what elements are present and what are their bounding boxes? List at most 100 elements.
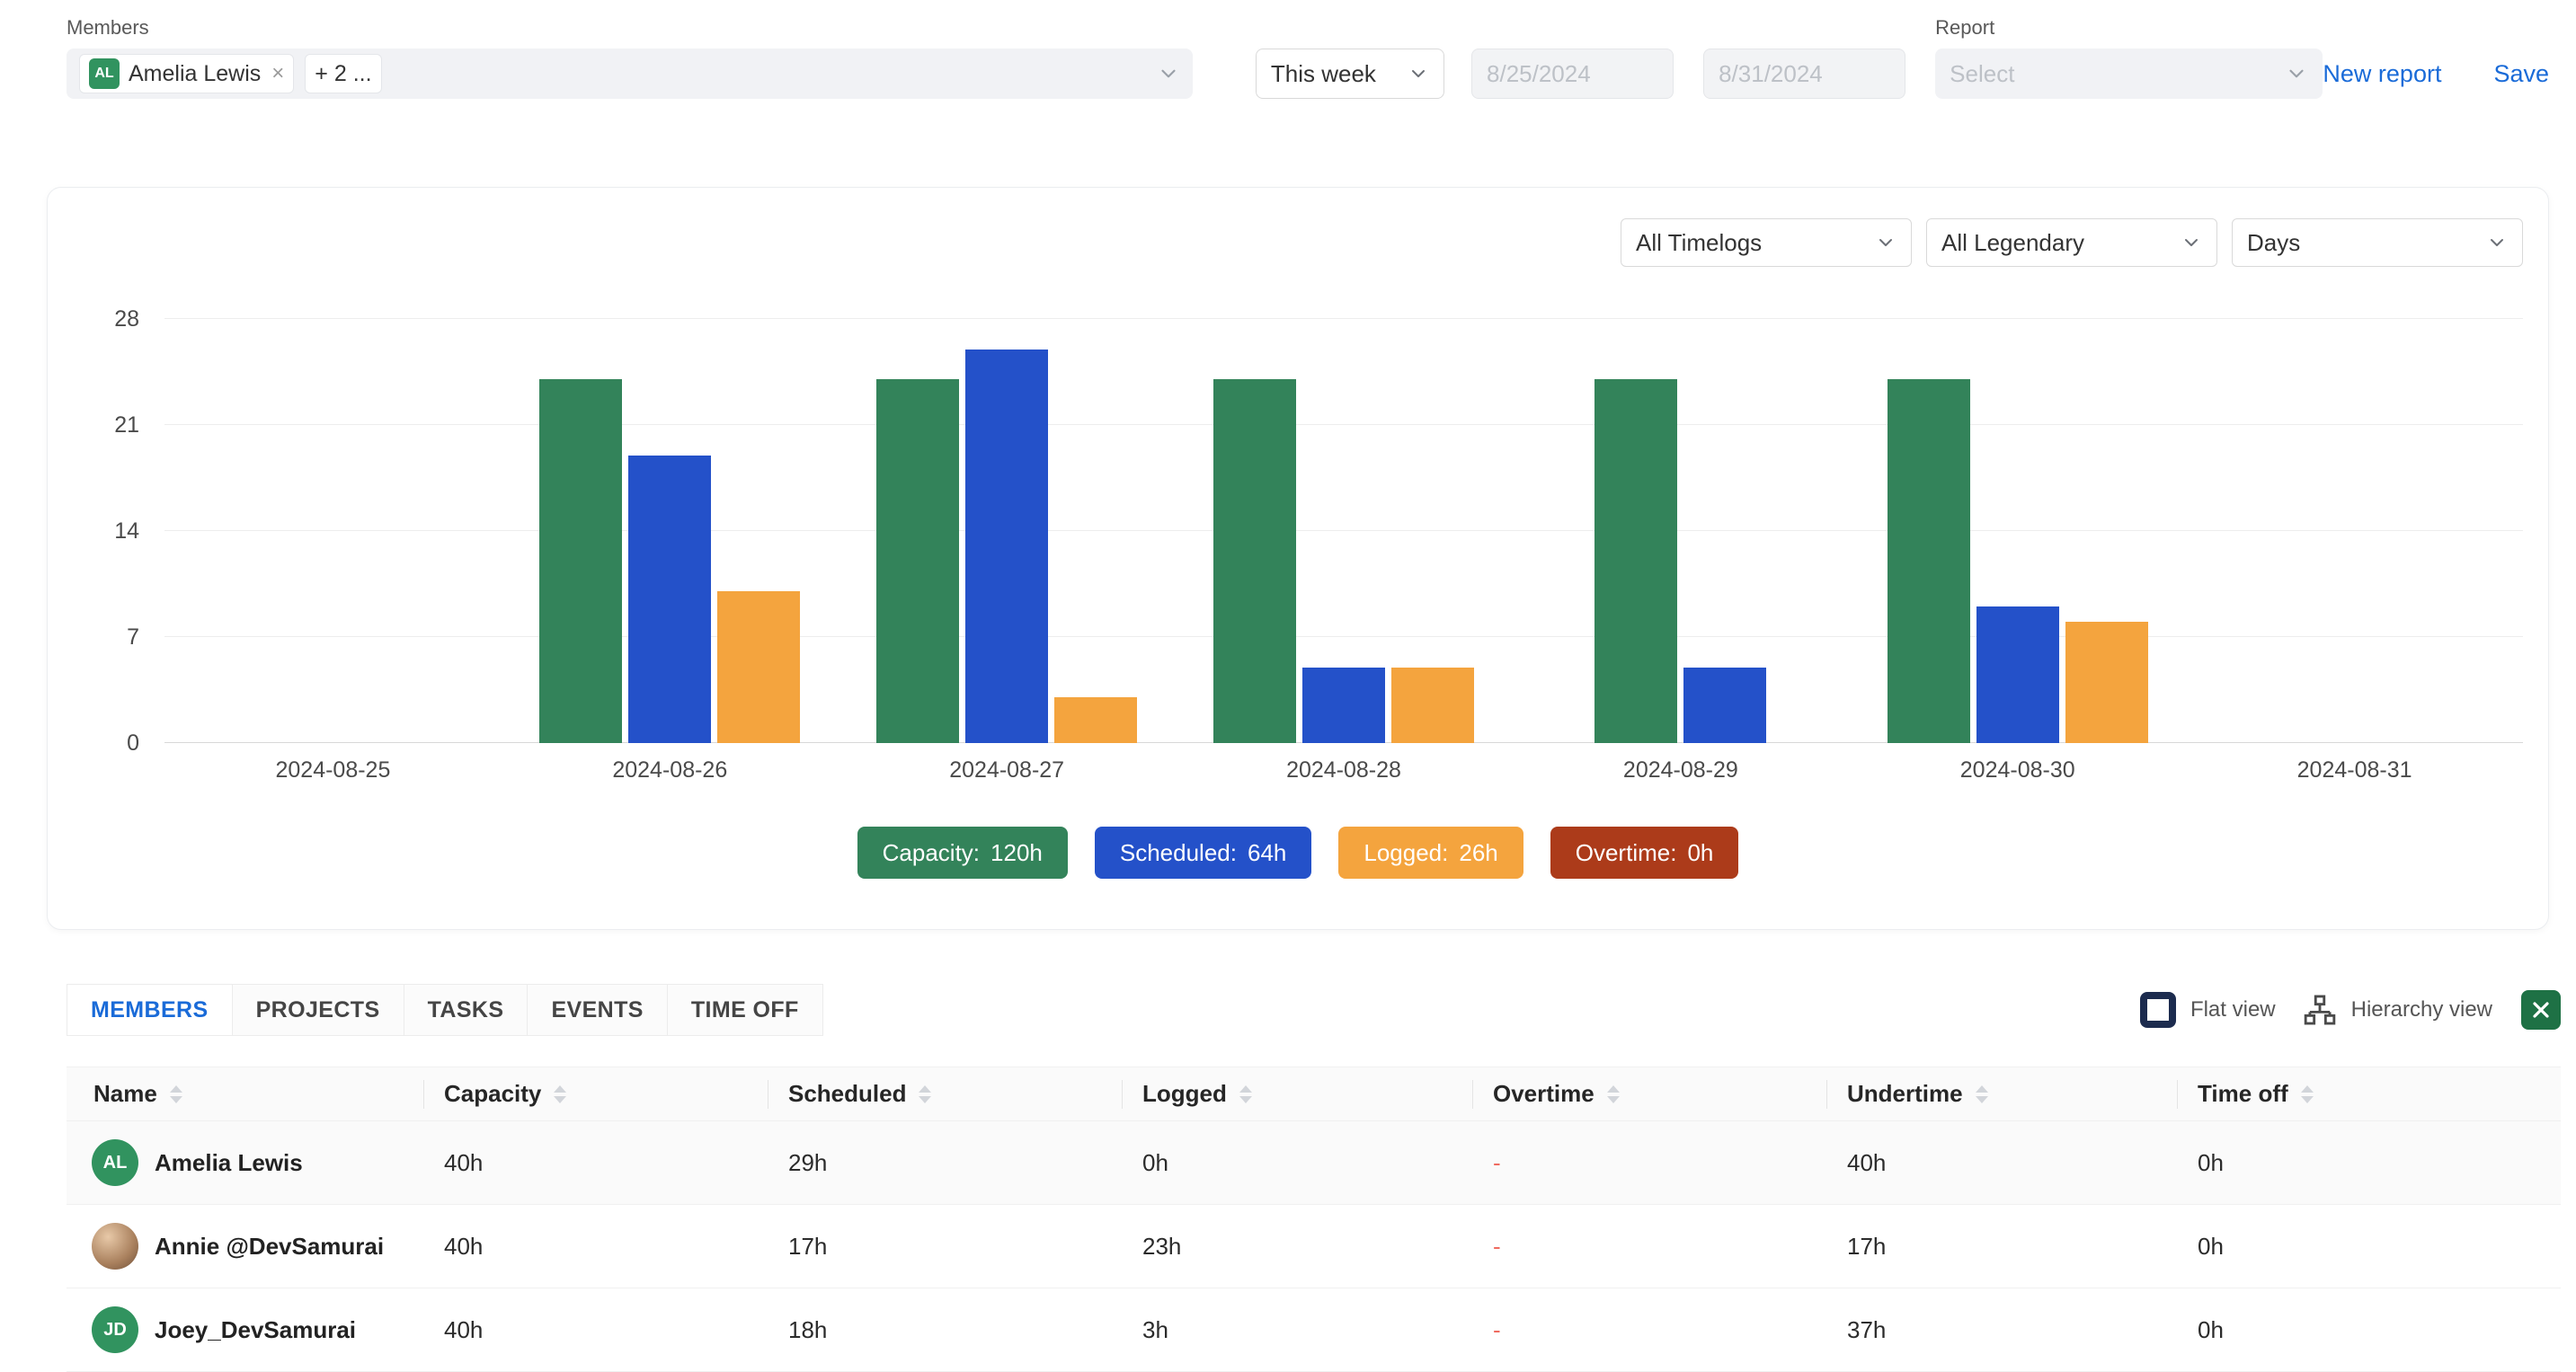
column-header-scheduled[interactable]: Scheduled (768, 1067, 1123, 1121)
chevron-down-icon (2285, 62, 2308, 85)
chevron-down-icon (1157, 62, 1180, 85)
tab-time-off[interactable]: TIME OFF (667, 984, 823, 1036)
scheduled-cell: 17h (768, 1205, 1123, 1288)
sort-icon[interactable] (919, 1085, 931, 1103)
chevron-down-icon (2486, 232, 2508, 253)
y-axis-tick: 21 (85, 412, 139, 438)
view-switch: Flat view Hierarchy view (2140, 990, 2561, 1030)
toolbar-actions: New report Save (2323, 49, 2549, 99)
legend-label: Logged: (1364, 839, 1448, 867)
column-title: Time off (2198, 1080, 2288, 1108)
x-axis-label: 2024-08-27 (839, 757, 1176, 783)
logged-cell: 23h (1123, 1205, 1473, 1288)
column-header-inner: Logged (1142, 1080, 1473, 1108)
bar-chart: 07142128 (164, 319, 2523, 743)
capacity-bar (1594, 379, 1677, 743)
caret-up-icon (919, 1085, 931, 1093)
caret-up-icon (554, 1085, 566, 1093)
capacity-bar (1888, 379, 1970, 743)
column-header-time-off[interactable]: Time off (2178, 1067, 2561, 1121)
scheduled-cell: 18h (768, 1288, 1123, 1372)
caret-up-icon (2301, 1085, 2314, 1093)
timelogs-filter-value: All Timelogs (1636, 229, 1762, 257)
legend-filter-value: All Legendary (1941, 229, 2084, 257)
column-header-overtime[interactable]: Overtime (1473, 1067, 1827, 1121)
column-header-undertime[interactable]: Undertime (1827, 1067, 2178, 1121)
tab-members[interactable]: MEMBERS (67, 984, 233, 1036)
caret-down-icon (2301, 1096, 2314, 1103)
more-members-chip[interactable]: + 2 ... (305, 54, 381, 93)
legend-filter-select[interactable]: All Legendary (1926, 218, 2217, 267)
column-header-inner: Scheduled (788, 1080, 1123, 1108)
legend-scheduled[interactable]: Scheduled: 64h (1095, 827, 1312, 879)
column-header-name[interactable]: Name (67, 1067, 424, 1121)
legend-label: Scheduled: (1120, 839, 1237, 867)
chart-card: All Timelogs All Legendary Days 07142128… (47, 187, 2549, 930)
granularity-select[interactable]: Days (2232, 218, 2523, 267)
report-select-placeholder: Select (1950, 60, 2014, 88)
new-report-link[interactable]: New report (2323, 60, 2441, 88)
scheduled-bar (965, 350, 1048, 743)
remove-member-icon[interactable]: × (271, 61, 284, 86)
timeoff-cell: 0h (2178, 1121, 2561, 1205)
legend-total: 0h (1687, 839, 1713, 867)
member-chip[interactable]: AL Amelia Lewis × (79, 54, 294, 93)
column-header-logged[interactable]: Logged (1123, 1067, 1473, 1121)
save-link[interactable]: Save (2493, 60, 2549, 88)
date-from-input[interactable]: 8/25/2024 (1471, 49, 1674, 99)
logged-bar (1054, 697, 1137, 743)
capacity-cell: 40h (424, 1288, 768, 1372)
capacity-bar (1213, 379, 1296, 743)
column-title: Logged (1142, 1080, 1227, 1108)
legend-total: 26h (1459, 839, 1497, 867)
x-axis-label: 2024-08-29 (1512, 757, 1849, 783)
members-select[interactable]: AL Amelia Lewis × + 2 ... (67, 49, 1193, 99)
legend-label: Capacity: (883, 839, 980, 867)
sort-icon[interactable] (1607, 1085, 1620, 1103)
hierarchy-view-icon[interactable] (2303, 993, 2337, 1027)
date-to-value: 8/31/2024 (1719, 60, 1823, 88)
timelogs-filter-select[interactable]: All Timelogs (1621, 218, 1912, 267)
report-field: Report Select (1935, 16, 2323, 99)
table-toolbar: MEMBERSPROJECTSTASKSEVENTSTIME OFF Flat … (67, 984, 2561, 1036)
member-name: Joey_DevSamurai (155, 1316, 356, 1344)
period-select[interactable]: This week (1256, 49, 1444, 99)
day-group (1512, 319, 1849, 743)
sort-icon[interactable] (170, 1085, 182, 1103)
logged-cell: 0h (1123, 1121, 1473, 1205)
date-to-input[interactable]: 8/31/2024 (1703, 49, 1905, 99)
caret-up-icon (1976, 1085, 1988, 1093)
column-header-capacity[interactable]: Capacity (424, 1067, 768, 1121)
column-title: Overtime (1493, 1080, 1594, 1108)
caret-up-icon (1239, 1085, 1252, 1093)
column-title: Capacity (444, 1080, 541, 1108)
capacity-bar (539, 379, 622, 743)
logged-cell: 3h (1123, 1288, 1473, 1372)
excel-export-icon[interactable] (2521, 990, 2561, 1030)
date-to-field: 8/31/2024 (1703, 49, 1905, 99)
y-axis-tick: 0 (85, 730, 139, 757)
legend-overtime[interactable]: Overtime:0h (1550, 827, 1739, 879)
sort-icon[interactable] (1239, 1085, 1252, 1103)
overtime-cell: - (1473, 1205, 1827, 1288)
tab-tasks[interactable]: TASKS (404, 984, 529, 1036)
legend-total: 64h (1248, 839, 1286, 867)
tab-projects[interactable]: PROJECTS (232, 984, 404, 1036)
sort-icon[interactable] (554, 1085, 566, 1103)
sort-icon[interactable] (1976, 1085, 1988, 1103)
flat-view-icon[interactable] (2140, 992, 2176, 1028)
scheduled-cell: 29h (768, 1121, 1123, 1205)
logged-bar (2065, 622, 2148, 743)
overtime-cell: - (1473, 1121, 1827, 1205)
name-cell: Annie @DevSamurai (67, 1205, 424, 1288)
scheduled-bar (1683, 668, 1766, 743)
legend-capacity[interactable]: Capacity:120h (857, 827, 1068, 879)
column-header-inner: Name (93, 1080, 424, 1108)
column-header-inner: Undertime (1847, 1080, 2178, 1108)
sort-icon[interactable] (2301, 1085, 2314, 1103)
legend-logged[interactable]: Logged: 26h (1338, 827, 1523, 879)
report-select[interactable]: Select (1935, 49, 2323, 99)
tab-events[interactable]: EVENTS (527, 984, 667, 1036)
members-field: Members AL Amelia Lewis × + 2 ... (67, 16, 1193, 99)
undertime-cell: 37h (1827, 1288, 2178, 1372)
